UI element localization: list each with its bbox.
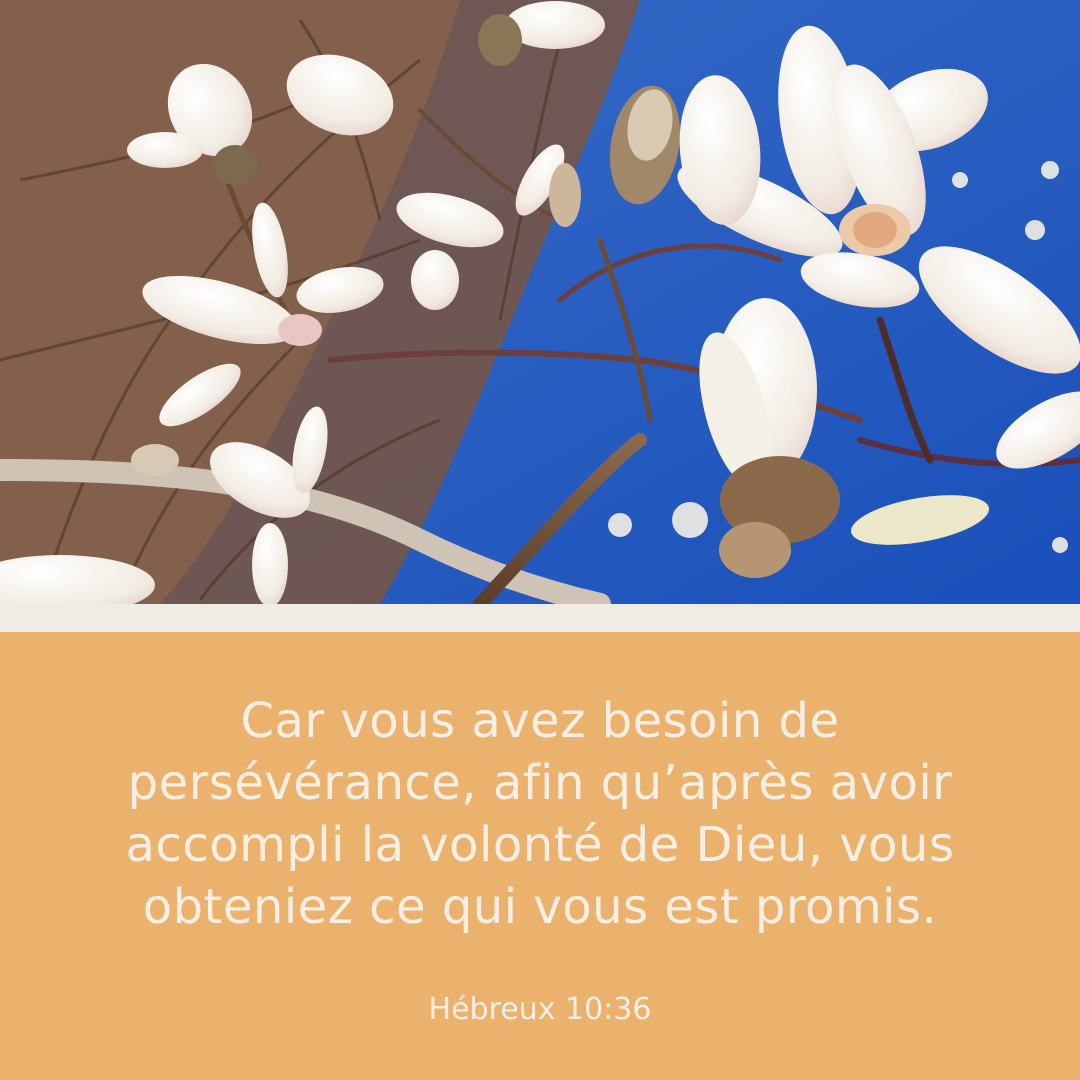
magnolia-illustration bbox=[0, 0, 1080, 604]
verse-reference: Hébreux 10:36 bbox=[428, 992, 652, 1027]
verse-line: Car vous avez besoin de bbox=[240, 693, 840, 749]
verse-line: accompli la volonté de Dieu, vous bbox=[125, 817, 955, 873]
magnolia-photo bbox=[0, 0, 1080, 604]
verse-line: persévérance, afin qu’après avoir bbox=[127, 755, 953, 811]
verse-card: Car vous avez besoin de persévérance, af… bbox=[0, 0, 1080, 1080]
photo-divider bbox=[0, 604, 1080, 632]
verse-panel: Car vous avez besoin de persévérance, af… bbox=[0, 632, 1080, 1080]
verse-text: Car vous avez besoin de persévérance, af… bbox=[60, 690, 1020, 938]
verse-line: obteniez ce qui vous est promis. bbox=[142, 879, 938, 935]
